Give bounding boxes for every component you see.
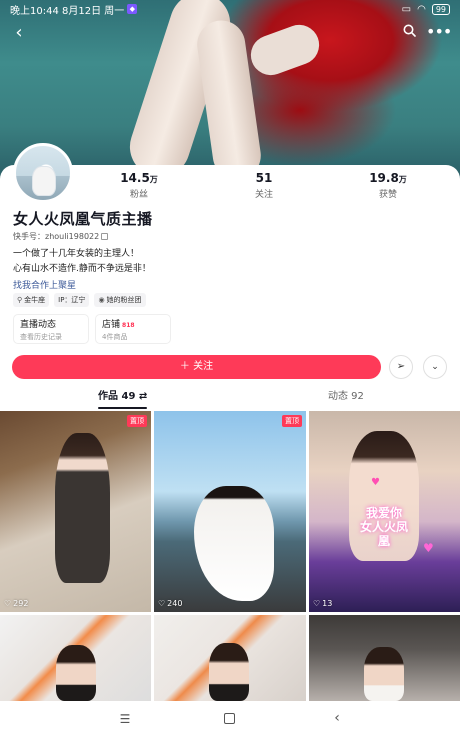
tag-label: 金牛座	[24, 296, 46, 304]
thumbnail-figure	[55, 433, 110, 583]
tag-fan-group[interactable]: ◉ 她的粉丝团	[94, 293, 146, 307]
more-icon: •••	[426, 22, 452, 41]
chevron-left-icon: ‹	[334, 710, 340, 726]
key-icon: ⚲	[17, 296, 23, 304]
shop-title: 店铺	[102, 320, 121, 330]
following-label: 关注	[254, 190, 273, 200]
thumbnail-figure	[194, 486, 274, 601]
profile-stats: 14.5万 粉丝 51 关注 19.8万 获赞	[80, 171, 460, 201]
content-tabs: 作品 49 ⇄ 动态 92	[0, 386, 460, 410]
profile-boxes: 直播动态 查看历史记录 店铺 818 4件商品	[13, 314, 171, 344]
video-thumbnail[interactable]	[154, 615, 306, 701]
share-button[interactable]: ➢	[389, 355, 413, 379]
bio-line: 心有山水不造作.静而不争远是非！	[13, 264, 151, 274]
bio-line: 一个做了十几年女装的主理人！	[13, 249, 140, 259]
system-back-button[interactable]: ‹	[330, 710, 344, 726]
like-count-value: 240	[167, 599, 183, 608]
home-button[interactable]	[224, 713, 235, 724]
follow-button[interactable]: ＋ 关注	[12, 355, 381, 379]
more-button[interactable]: •••	[426, 22, 452, 44]
chevron-down-icon: ⌄	[431, 362, 439, 372]
followers-count: 14.5	[120, 171, 150, 185]
like-count: ♡ 292	[4, 599, 28, 608]
thumbnail-figure	[209, 643, 249, 701]
shop-badge: 818	[122, 322, 135, 329]
shop-box[interactable]: 店铺 818 4件商品	[95, 314, 171, 344]
tag-zodiac[interactable]: ⚲ 金牛座	[13, 293, 50, 307]
pinned-badge: 置顶	[127, 415, 147, 427]
likes-count: 19.8	[369, 171, 399, 185]
battery-icon: 99	[431, 3, 450, 15]
top-nav: ‹ •••	[0, 22, 460, 44]
profile-screen: 晚上10:44 8月12日 周一 ◆ ▭ ◠ 99 ‹ ••• 14.5万 粉丝…	[0, 0, 460, 736]
like-count-value: 13	[322, 599, 333, 608]
likes-label: 获赞	[378, 190, 397, 200]
profile-tags: ⚲ 金牛座 IP：辽宁 ◉ 她的粉丝团	[13, 293, 146, 307]
followers-label: 粉丝	[129, 190, 148, 200]
followers-stat[interactable]: 14.5万 粉丝	[94, 171, 184, 200]
shop-subtitle: 4件商品	[102, 333, 128, 341]
neon-sign-text: 我爱你 女人火凤凰	[359, 506, 408, 548]
back-button[interactable]: ‹	[8, 22, 30, 44]
wifi-icon: ◠	[417, 3, 426, 15]
kuaishou-id[interactable]: 快手号：zhouli198022	[13, 231, 109, 242]
followers-unit: 万	[149, 175, 158, 184]
status-bar: 晚上10:44 8月12日 周一 ◆ ▭ ◠ 99	[0, 0, 460, 18]
recommend-dropdown-button[interactable]: ⌄	[423, 355, 447, 379]
status-time: 晚上10:44 8月12日 周一	[10, 5, 125, 17]
heart-icon: ♥	[423, 541, 434, 555]
signal-icon: ▭	[401, 3, 412, 15]
pinned-badge: 置顶	[282, 415, 302, 427]
live-history-subtitle: 查看历史记录	[20, 333, 62, 341]
heart-icon: ♡	[158, 599, 166, 608]
search-button[interactable]	[398, 22, 420, 44]
works-grid: 置顶 ♡ 292 置顶 ♡ 240 ♥ ♥ 我爱你 女人火凤凰 ♡ 13	[0, 411, 460, 701]
search-icon	[403, 24, 416, 37]
system-nav-bar: ☰ ‹	[0, 704, 460, 736]
contact-link[interactable]: 找我合作上聚星	[13, 278, 76, 291]
likes-unit: 万	[398, 175, 407, 184]
menu-button[interactable]: ☰	[118, 712, 132, 726]
following-stat[interactable]: 51 关注	[219, 171, 309, 200]
chevron-left-icon: ‹	[15, 22, 23, 43]
tag-ip: IP：辽宁	[54, 293, 90, 307]
eye-icon: ◉	[98, 296, 105, 304]
video-thumbnail[interactable]: 置顶 ♡ 240	[154, 411, 306, 612]
thumbnail-figure	[364, 647, 404, 701]
like-count-value: 292	[13, 599, 29, 608]
following-count: 51	[255, 171, 273, 185]
profile-name: 女人火凤凰气质主播	[13, 210, 153, 228]
avatar[interactable]	[13, 143, 73, 203]
like-count: ♡ 13	[313, 599, 332, 608]
notification-icon: ◆	[127, 4, 138, 14]
tab-works[interactable]: 作品 49 ⇄	[98, 386, 148, 410]
video-thumbnail[interactable]: ♥ ♥ 我爱你 女人火凤凰 ♡ 13	[309, 411, 460, 612]
heart-icon: ♡	[313, 599, 321, 608]
heart-icon: ♥	[371, 477, 380, 488]
menu-icon: ☰	[119, 712, 131, 726]
heart-icon: ♡	[4, 599, 12, 608]
like-count: ♡ 240	[158, 599, 182, 608]
likes-stat[interactable]: 19.8万 获赞	[343, 171, 433, 200]
thumbnail-figure	[56, 645, 96, 701]
send-icon: ➢	[396, 361, 406, 372]
video-thumbnail[interactable]	[0, 615, 151, 701]
video-thumbnail[interactable]	[309, 615, 460, 701]
tab-dynamic[interactable]: 动态 92	[328, 386, 364, 410]
video-thumbnail[interactable]: 置顶 ♡ 292	[0, 411, 151, 612]
kuaishou-id-text: 快手号：zhouli198022	[13, 232, 100, 241]
tag-label: 她的粉丝团	[106, 296, 142, 304]
live-history-box[interactable]: 直播动态 查看历史记录	[13, 314, 89, 344]
copy-icon[interactable]	[101, 233, 109, 240]
live-history-title: 直播动态	[20, 320, 57, 330]
tag-label: IP：辽宁	[58, 296, 86, 304]
